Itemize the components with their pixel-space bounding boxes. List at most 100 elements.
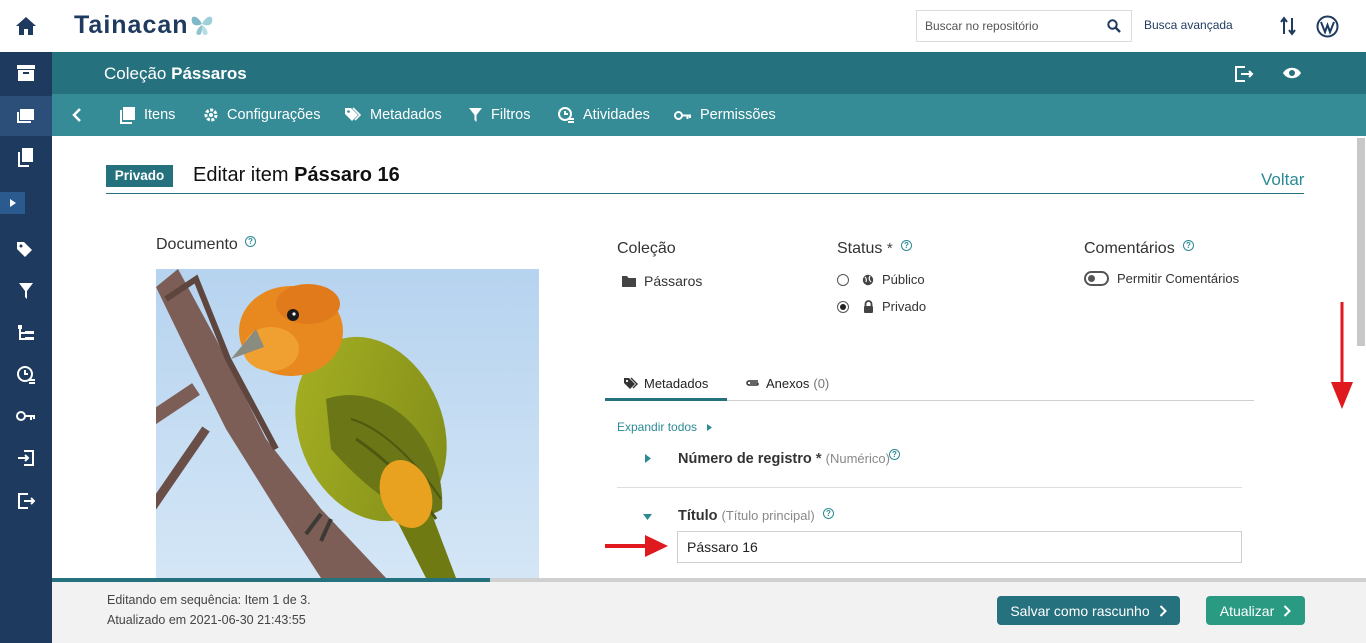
collection-header: Coleção Pássaros (52, 52, 1366, 94)
sidebar-collections[interactable] (0, 53, 52, 93)
view-eye-icon[interactable] (1282, 66, 1302, 80)
save-draft-label: Salvar como rascunho (1010, 602, 1150, 619)
attachments-count: (0) (813, 375, 830, 391)
page-title: Editar item Pássaro 16 (193, 164, 400, 187)
field-registro-help-icon[interactable]: ? (889, 449, 900, 460)
tab-metadata-section[interactable]: Metadados (623, 365, 708, 401)
sidebar-filters[interactable] (0, 271, 52, 311)
comments-label: Comentários (1084, 240, 1175, 257)
save-draft-button[interactable]: Salvar como rascunho (997, 596, 1180, 625)
collection-field-label: Coleção (617, 240, 676, 257)
status-radio-private[interactable] (837, 301, 849, 313)
search-box (916, 10, 1132, 42)
globe-icon (862, 274, 874, 286)
tab-attachments-label: Anexos (766, 375, 810, 391)
logo-text[interactable]: Tainacan (74, 11, 189, 40)
collection-title[interactable]: Coleção Pássaros (104, 64, 247, 84)
back-chevron-icon[interactable] (72, 108, 82, 122)
tab-settings-label: Configurações (227, 107, 321, 123)
folder-icon (622, 276, 636, 287)
scrollbar-thumb[interactable] (1357, 138, 1365, 346)
sidebar-activities[interactable] (0, 355, 52, 395)
tab-filters[interactable]: Filtros (468, 94, 530, 136)
tab-settings[interactable]: Configurações (203, 94, 321, 136)
expand-all-label: Expandir todos (617, 420, 698, 434)
tab-attachments[interactable]: Anexos (0) (745, 365, 829, 401)
activity-icon (17, 366, 35, 384)
update-button[interactable]: Atualizar (1206, 596, 1305, 625)
field-title-help-icon[interactable]: ? (823, 508, 834, 519)
expand-all-link[interactable]: Expandir todos (617, 420, 697, 434)
activity-icon (558, 107, 574, 123)
sidebar-items[interactable] (0, 96, 52, 136)
chevron-right-icon (1284, 604, 1292, 617)
status-radio-public[interactable] (837, 274, 849, 286)
top-header: Tainacan Busca avançada (52, 0, 1366, 52)
items-icon (120, 107, 135, 124)
page-title-prefix: Editar item (193, 164, 289, 186)
sidebar-taxonomies[interactable] (0, 229, 52, 269)
field-registro-type: (Numérico) (825, 451, 890, 466)
sequence-progress-bar (52, 578, 490, 582)
tab-metadata[interactable]: Metadados (344, 94, 442, 136)
comments-help-icon[interactable]: ? (1183, 240, 1194, 251)
wordpress-icon[interactable] (1316, 15, 1339, 38)
sequence-status-text: Editando em sequência: Item 1 de 3. (107, 593, 311, 607)
search-icon[interactable] (1107, 19, 1121, 33)
annotation-arrow-right (605, 535, 668, 557)
field-registro-name: Número de registro (678, 451, 812, 467)
items-stack-icon (17, 109, 34, 123)
advanced-search-link[interactable]: Busca avançada (1144, 18, 1233, 32)
export-icon (18, 493, 35, 509)
sidebar-hierarchy[interactable] (0, 313, 52, 353)
comments-toggle-label[interactable]: Permitir Comentários (1117, 271, 1239, 286)
sidebar-permissions[interactable] (0, 396, 52, 436)
home-button[interactable] (0, 0, 52, 52)
left-sidebar (0, 0, 52, 643)
page-title-item-name: Pássaro 16 (294, 164, 400, 186)
filter-icon (469, 108, 482, 122)
back-link[interactable]: Voltar (1261, 170, 1304, 190)
collection-title-prefix: Coleção (104, 64, 167, 83)
tab-activities[interactable]: Atividades (557, 94, 650, 136)
sidebar-expand-button[interactable] (0, 192, 25, 214)
collapsed-chevron-icon[interactable] (645, 454, 651, 463)
status-badge: Privado (106, 165, 173, 187)
hierarchy-icon (18, 325, 34, 340)
exit-collection-icon[interactable] (1234, 65, 1254, 83)
field-registro-label[interactable]: Número de registro * (Numérico) (678, 450, 890, 467)
title-input[interactable] (677, 531, 1242, 563)
field-title-name: Título (678, 508, 718, 524)
tags-icon (345, 107, 362, 121)
bird-image (156, 269, 539, 578)
tab-filters-label: Filtros (491, 107, 531, 123)
chevron-right-icon (9, 199, 16, 207)
active-tab-indicator (605, 398, 727, 401)
tab-metadata-section-label: Metadados (644, 375, 709, 391)
status-help-icon[interactable]: ? (901, 240, 912, 251)
comments-toggle[interactable] (1084, 271, 1109, 286)
annotation-arrow-down (1331, 302, 1353, 409)
status-option-private[interactable]: Privado (882, 299, 926, 314)
tab-permissions[interactable]: Permissões (674, 94, 776, 136)
tags-icon (17, 242, 32, 257)
status-option-public[interactable]: Público (882, 272, 925, 287)
home-icon (16, 17, 36, 35)
document-image[interactable] (156, 269, 539, 578)
tab-activities-label: Atividades (583, 107, 650, 123)
expanded-chevron-icon[interactable] (643, 514, 652, 520)
documents-icon (18, 148, 33, 167)
search-input[interactable] (917, 11, 1097, 41)
status-label: Status * (837, 240, 893, 258)
field-title-label[interactable]: Título (Título principal) (678, 508, 815, 524)
document-help-icon[interactable]: ? (245, 236, 256, 247)
sidebar-import[interactable] (0, 438, 52, 478)
expand-all-chevron-icon[interactable] (707, 424, 712, 431)
sidebar-documents[interactable] (0, 137, 52, 177)
filter-icon (19, 283, 33, 299)
status-required-mark: * (886, 240, 893, 257)
tab-items[interactable]: Itens (119, 94, 175, 136)
title-divider (106, 193, 1304, 194)
sidebar-export[interactable] (0, 481, 52, 521)
sort-arrows-icon[interactable] (1280, 16, 1296, 36)
